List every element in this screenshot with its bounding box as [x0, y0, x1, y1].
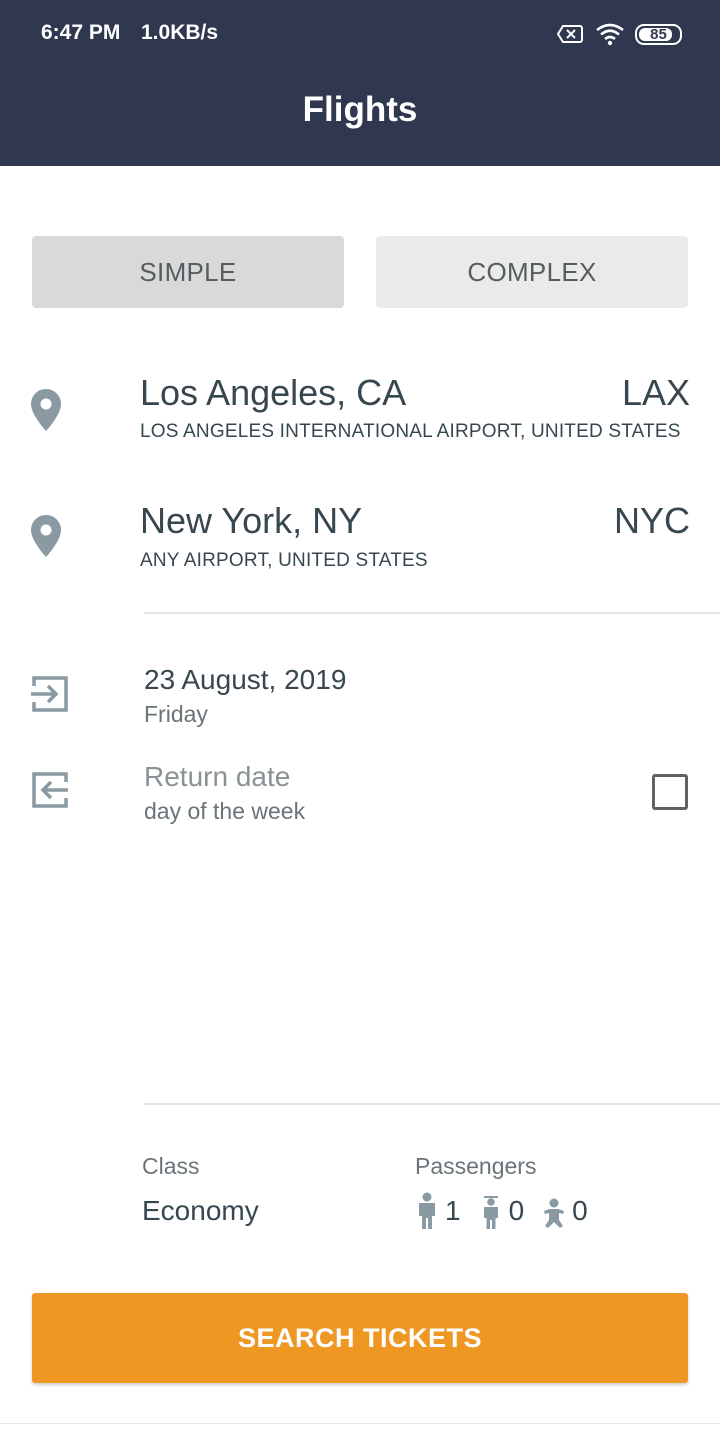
- infants-value: 0: [572, 1195, 588, 1226]
- class-selector[interactable]: Economy: [142, 1195, 259, 1227]
- login-arrow-icon: [31, 676, 68, 712]
- origin-city: Los Angeles, CA: [140, 372, 407, 413]
- wifi-icon: [596, 23, 624, 46]
- destination-city: New York, NY: [140, 500, 363, 541]
- search-tickets-button[interactable]: SEARCH TICKETS: [32, 1293, 688, 1383]
- child-icon: [483, 1196, 498, 1229]
- logout-arrow-icon: [32, 772, 68, 808]
- passengers-selector[interactable]: 1 0 0: [415, 1190, 606, 1232]
- page-title: Flights: [302, 90, 418, 129]
- origin-code: LAX: [621, 372, 690, 413]
- map-pin-icon: [31, 389, 61, 431]
- children-value: 0: [508, 1195, 525, 1226]
- status-icons: 85: [557, 22, 682, 46]
- tab-simple[interactable]: SIMPLE: [32, 236, 344, 308]
- origin-row[interactable]: Los Angeles, CA LAX LOS ANGELES INTERNAT…: [0, 360, 720, 460]
- sim-off-icon: [557, 25, 583, 43]
- status-time: 6:47 PM: [41, 21, 121, 44]
- return-date: Return date: [144, 761, 291, 792]
- departure-date-row[interactable]: 23 August, 2019 Friday: [0, 660, 720, 740]
- destination-row[interactable]: New York, NY NYC ANY AIRPORT, UNITED STA…: [0, 490, 720, 590]
- class-label: Class: [142, 1153, 200, 1179]
- divider: [144, 612, 720, 614]
- passengers-label: Passengers: [415, 1153, 537, 1179]
- divider: [144, 1103, 720, 1105]
- return-date-row[interactable]: Return date day of the week: [0, 756, 720, 836]
- adult-icon: [419, 1192, 435, 1229]
- children-count: 0: [479, 1192, 525, 1230]
- adults-value: 1: [445, 1195, 461, 1226]
- origin-airport: LOS ANGELES INTERNATIONAL AIRPORT, UNITE…: [140, 421, 681, 442]
- destination-airport: ANY AIRPORT, UNITED STATES: [140, 550, 428, 571]
- departure-weekday: Friday: [144, 701, 208, 727]
- adults-count: 1: [415, 1192, 461, 1230]
- tab-complex[interactable]: COMPLEX: [376, 236, 688, 308]
- battery-level: 85: [650, 25, 667, 43]
- bottom-divider: [0, 1423, 720, 1424]
- return-weekday: day of the week: [144, 798, 306, 824]
- infants-count: 0: [542, 1192, 588, 1230]
- return-checkbox[interactable]: [652, 774, 688, 810]
- destination-code: NYC: [613, 500, 690, 541]
- network-speed: 1.0KB/s: [141, 21, 219, 44]
- departure-date: 23 August, 2019: [144, 664, 347, 695]
- status-bar: 6:47 PM 1.0KB/s 85: [0, 0, 720, 68]
- app-bar: 6:47 PM 1.0KB/s 85 Flights: [0, 0, 720, 166]
- infant-icon: [544, 1198, 565, 1228]
- battery-icon: 85: [635, 23, 682, 45]
- map-pin-icon: [31, 515, 61, 557]
